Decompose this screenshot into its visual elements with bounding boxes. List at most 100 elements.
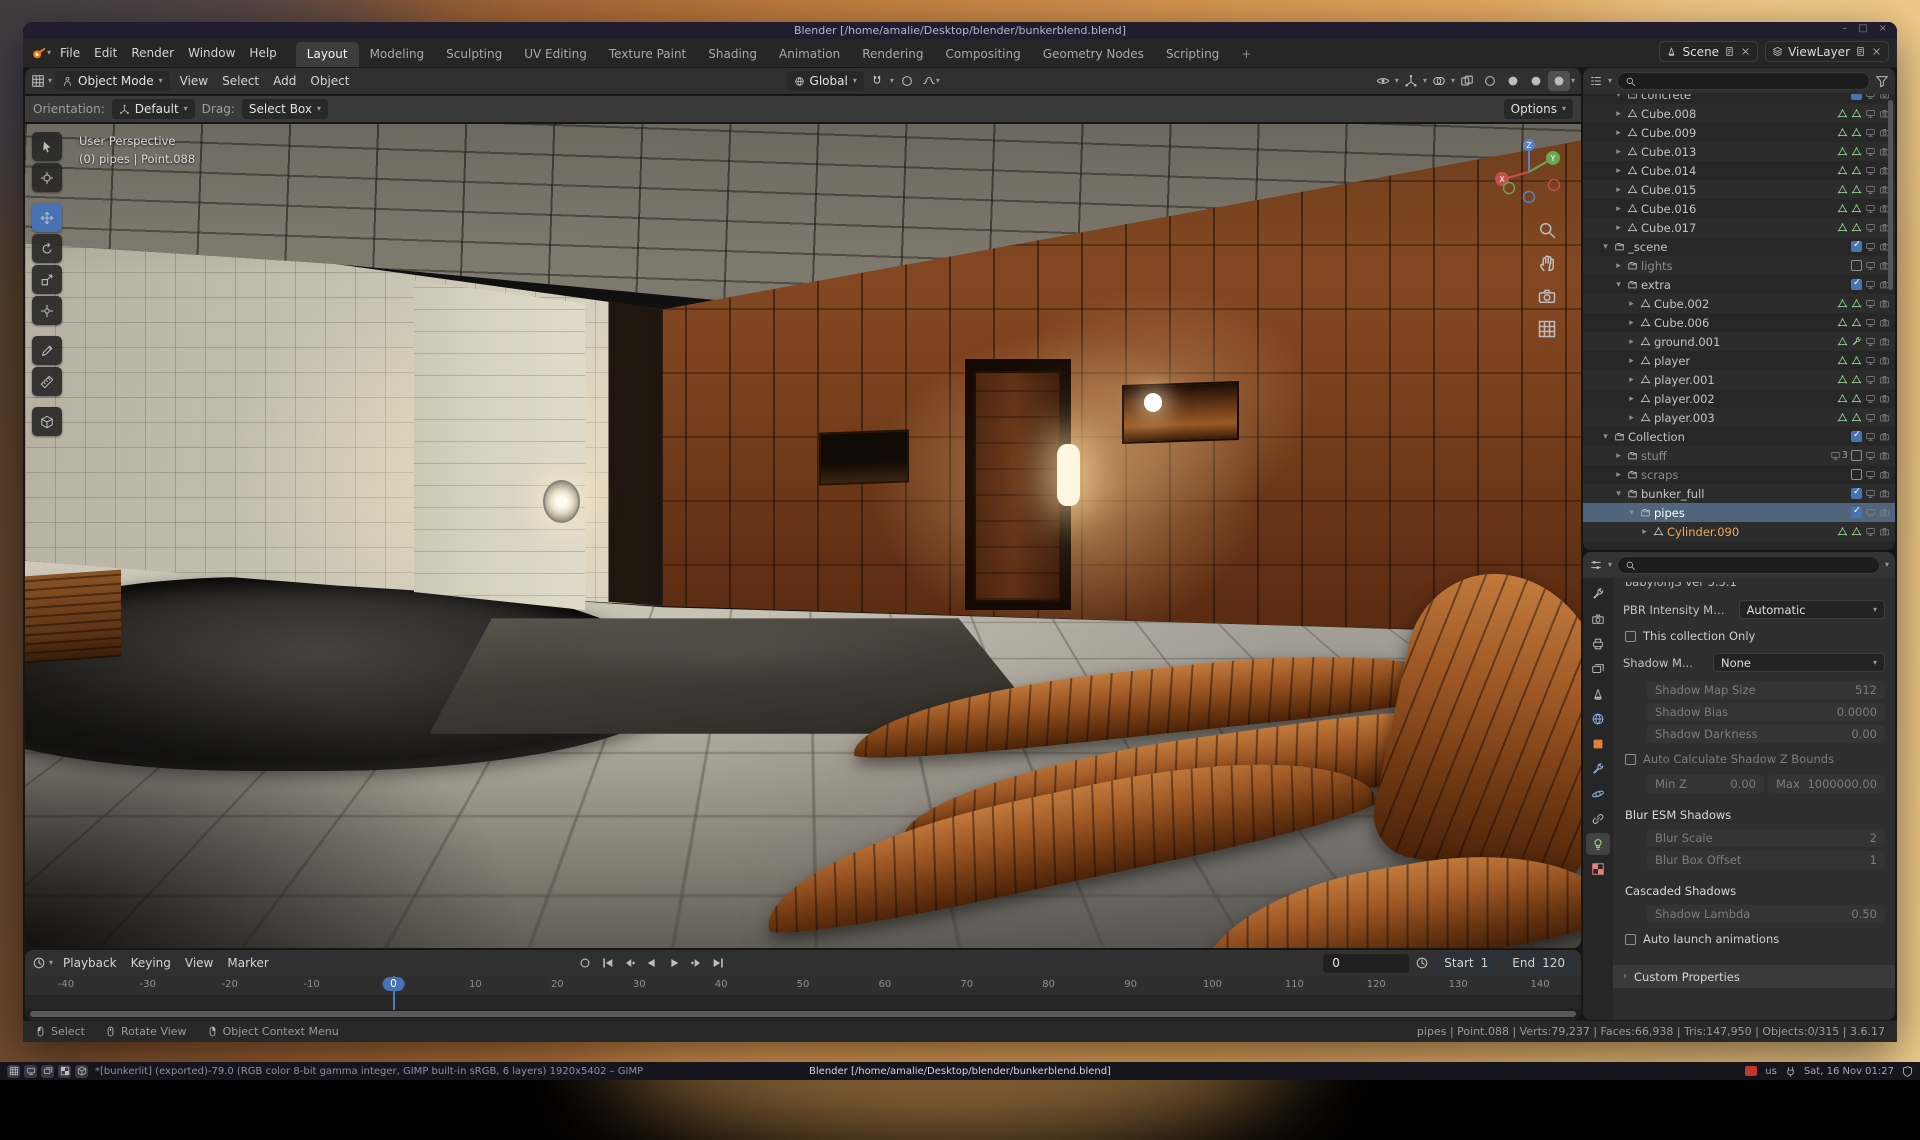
- current-frame-field[interactable]: 0: [1323, 954, 1409, 973]
- minimize-button[interactable]: –: [1842, 23, 1847, 34]
- window-titlebar[interactable]: Blender [/home/amalie/Desktop/blender/bu…: [23, 22, 1897, 39]
- expand-arrow-icon[interactable]: ▾: [1613, 94, 1624, 100]
- timeline-scrollbar[interactable]: [30, 1011, 1576, 1017]
- workspace-tab-compositing[interactable]: Compositing: [934, 42, 1031, 67]
- workspace-tab-modeling[interactable]: Modeling: [359, 42, 436, 67]
- props-tab-constraints[interactable]: [1586, 808, 1610, 830]
- taskbar-gimp-window[interactable]: *[bunkerlit] (exported)-79.0 (RGB color …: [95, 1066, 643, 1077]
- field-shadow-lambda[interactable]: Shadow Lambda0.50: [1647, 905, 1885, 923]
- pan-hand-icon[interactable]: [1537, 253, 1557, 273]
- workspace-tab-shading[interactable]: Shading: [697, 42, 768, 67]
- collection-checkbox[interactable]: [1851, 94, 1862, 100]
- close-button[interactable]: ×: [1879, 23, 1887, 34]
- expand-arrow-icon[interactable]: ▸: [1626, 299, 1637, 309]
- expand-arrow-icon[interactable]: ▸: [1613, 185, 1624, 195]
- props-tab-render[interactable]: [1586, 608, 1610, 630]
- expand-arrow-icon[interactable]: ▸: [1626, 394, 1637, 404]
- props-tab-scene[interactable]: [1586, 683, 1610, 705]
- snap-toggle[interactable]: [866, 71, 888, 91]
- show-overlays-button[interactable]: [1428, 71, 1450, 91]
- expand-arrow-icon[interactable]: ▾: [1613, 280, 1624, 290]
- props-tab-output[interactable]: [1586, 633, 1610, 655]
- outliner-row-bunker_full[interactable]: ▾bunker_full: [1583, 484, 1895, 503]
- properties-editor-icon[interactable]: [1589, 558, 1603, 572]
- expand-arrow-icon[interactable]: ▸: [1613, 204, 1624, 214]
- jump-to-end-button[interactable]: [708, 953, 729, 973]
- tool-rotate[interactable]: [32, 234, 62, 263]
- play-reverse-button[interactable]: [642, 953, 663, 973]
- window-controls[interactable]: –□×: [1842, 23, 1887, 34]
- tool-annotate[interactable]: [32, 336, 62, 365]
- collection-checkbox[interactable]: [1851, 431, 1862, 442]
- outliner-row-player[interactable]: ▸player: [1583, 351, 1895, 370]
- props-tab-view-layer[interactable]: [1586, 658, 1610, 680]
- outliner-row-cube.006[interactable]: ▸Cube.006: [1583, 313, 1895, 332]
- max-z-field[interactable]: Max 1000000.00: [1768, 775, 1885, 793]
- menu-file[interactable]: File: [53, 44, 87, 62]
- outliner-row-cube.017[interactable]: ▸Cube.017: [1583, 218, 1895, 237]
- expand-arrow-icon[interactable]: ▸: [1639, 527, 1650, 537]
- timeline-menu-playback[interactable]: Playback: [56, 954, 124, 972]
- timeline-track[interactable]: [25, 996, 1581, 1009]
- taskbar-app-4[interactable]: [58, 1065, 71, 1078]
- outliner-row-player.001[interactable]: ▸player.001: [1583, 370, 1895, 389]
- shading-material-button[interactable]: [1525, 71, 1547, 91]
- workspace-tab-rendering[interactable]: Rendering: [851, 42, 934, 67]
- proportional-editing-toggle[interactable]: [896, 71, 918, 91]
- play-button[interactable]: [664, 953, 685, 973]
- keyboard-layout-indicator[interactable]: us: [1765, 1066, 1777, 1077]
- timeline-ruler[interactable]: -40-30-20-100102030405060708090100110120…: [25, 976, 1581, 996]
- remove-view-layer-icon[interactable]: [1871, 46, 1882, 57]
- workspace-tab-layout[interactable]: Layout: [296, 42, 359, 67]
- outliner-row-lights[interactable]: ▸lights: [1583, 256, 1895, 275]
- outliner-scrollbar[interactable]: [1888, 100, 1893, 290]
- tool-transform[interactable]: [32, 296, 62, 325]
- taskbar-app-5[interactable]: [75, 1065, 88, 1078]
- outliner-row-cube.014[interactable]: ▸Cube.014: [1583, 161, 1895, 180]
- outliner-row-cylinder.090[interactable]: ▸Cylinder.090: [1583, 522, 1895, 541]
- expand-arrow-icon[interactable]: ▾: [1600, 242, 1611, 252]
- outliner-row-pipes[interactable]: ▾pipes: [1583, 503, 1895, 522]
- props-tab-tool[interactable]: [1586, 583, 1610, 605]
- timeline-editor-icon[interactable]: [32, 956, 46, 970]
- taskbar-clock[interactable]: Sat, 16 Nov 01:27: [1804, 1066, 1894, 1077]
- workspace-tab-sculpting[interactable]: Sculpting: [435, 42, 513, 67]
- zoom-icon[interactable]: [1537, 220, 1557, 240]
- shading-solid-button[interactable]: [1502, 71, 1524, 91]
- expand-arrow-icon[interactable]: ▸: [1613, 147, 1624, 157]
- outliner-row-concrete[interactable]: ▾concrete: [1583, 94, 1895, 104]
- workspace-tab-geometry-nodes[interactable]: Geometry Nodes: [1032, 42, 1155, 67]
- next-keyframe-button[interactable]: [686, 953, 707, 973]
- expand-arrow-icon[interactable]: ▸: [1626, 318, 1637, 328]
- outliner-row-cube.008[interactable]: ▸Cube.008: [1583, 104, 1895, 123]
- view-layer-selector[interactable]: ViewLayer: [1765, 41, 1889, 62]
- outliner-row-collection[interactable]: ▾Collection: [1583, 427, 1895, 446]
- shading-rendered-button[interactable]: [1548, 71, 1570, 91]
- outliner-row-extra[interactable]: ▾extra: [1583, 275, 1895, 294]
- new-scene-icon[interactable]: [1724, 46, 1735, 57]
- collection-checkbox[interactable]: [1851, 450, 1862, 461]
- blender-logo-icon[interactable]: [31, 46, 45, 60]
- outliner-row-cube.002[interactable]: ▸Cube.002: [1583, 294, 1895, 313]
- collection-checkbox[interactable]: [1851, 241, 1862, 252]
- props-tab-world[interactable]: [1586, 708, 1610, 730]
- new-view-layer-icon[interactable]: [1855, 46, 1866, 57]
- taskbar-app-2[interactable]: [24, 1065, 37, 1078]
- expand-arrow-icon[interactable]: ▾: [1600, 432, 1611, 442]
- tool-scale[interactable]: [32, 265, 62, 294]
- taskbar-blender-window[interactable]: Blender [/home/amalie/Desktop/blender/bu…: [809, 1066, 1111, 1077]
- field-shadow-bias[interactable]: Shadow Bias0.0000: [1647, 703, 1885, 721]
- viewport-menu-add[interactable]: Add: [266, 72, 303, 90]
- outliner-row-stuff[interactable]: ▸stuff3: [1583, 446, 1895, 465]
- outliner-row-scraps[interactable]: ▸scraps: [1583, 465, 1895, 484]
- viewport-menu-object[interactable]: Object: [303, 72, 356, 90]
- frame-end-field[interactable]: End 120: [1503, 954, 1574, 973]
- expand-arrow-icon[interactable]: ▾: [1626, 508, 1637, 518]
- collection-checkbox[interactable]: [1851, 279, 1862, 290]
- toggle-xray-button[interactable]: [1456, 71, 1478, 91]
- navigation-gizmo[interactable]: X Y Z: [1489, 132, 1569, 212]
- props-tab-texture[interactable]: [1586, 858, 1610, 880]
- outliner-search-input[interactable]: [1617, 72, 1870, 90]
- props-tab-modifiers[interactable]: [1586, 758, 1610, 780]
- outliner-row-player.003[interactable]: ▸player.003: [1583, 408, 1895, 427]
